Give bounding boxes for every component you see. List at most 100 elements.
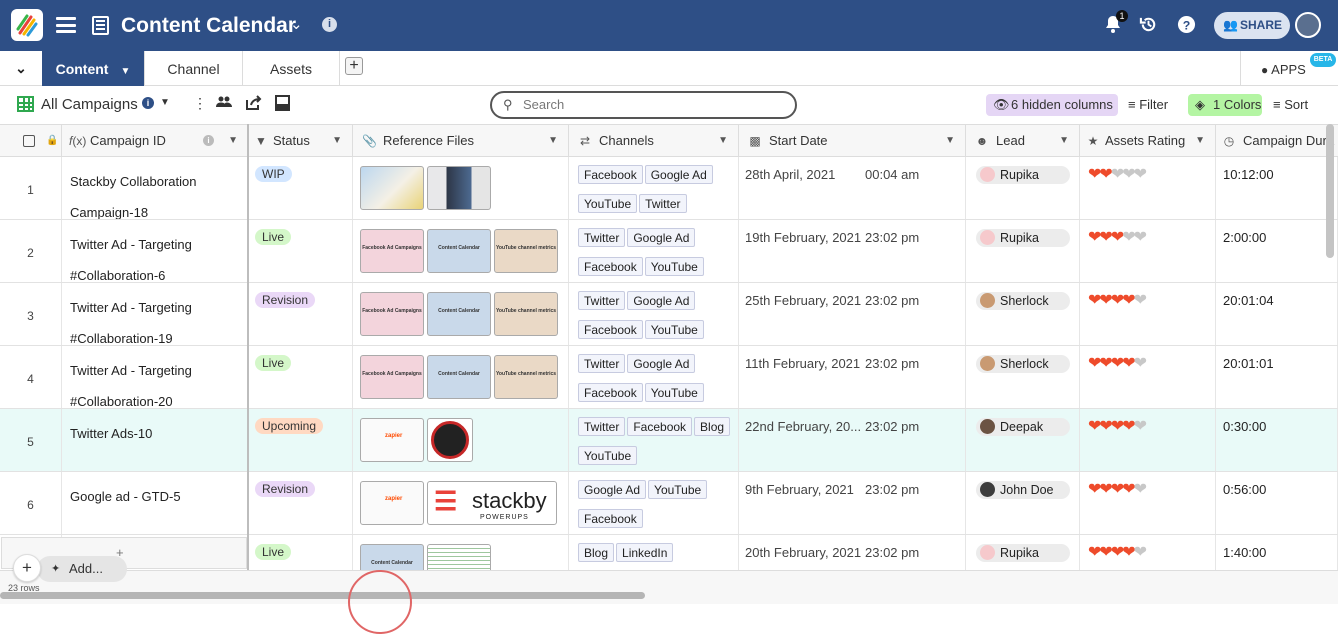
thumbnail-facebook-ad-campaigns[interactable]: Facebook Ad Campaigns — [360, 292, 424, 336]
thumbnail-photo-desk[interactable] — [360, 166, 424, 210]
heart-empty-icon[interactable]: ❤ — [1134, 292, 1147, 309]
rating-hearts[interactable]: ❤❤❤❤❤ — [1088, 481, 1147, 498]
heart-filled-icon[interactable]: ❤ — [1088, 481, 1101, 498]
heart-filled-icon[interactable]: ❤ — [1088, 355, 1101, 372]
lead-cell[interactable]: Sherlock — [966, 283, 1080, 345]
reference-files-cell[interactable]: zapier ☰ stackby POWERUPS — [353, 472, 569, 534]
thumbnail-spreadsheet[interactable] — [427, 544, 491, 570]
heart-filled-icon[interactable]: ❤ — [1099, 544, 1112, 561]
thumbnail-badge-logo[interactable] — [427, 418, 473, 462]
column-header-lead[interactable]: ☻ Lead ▼ — [966, 125, 1080, 157]
tab-channel[interactable]: Channel — [145, 51, 243, 86]
heart-filled-icon[interactable]: ❤ — [1099, 292, 1112, 309]
status-cell[interactable]: WIP — [249, 157, 353, 219]
share-view-icon[interactable] — [245, 95, 262, 114]
thumbnail-content-calendar[interactable]: Content Calendar — [427, 292, 491, 336]
horizontal-scrollbar[interactable] — [0, 592, 645, 599]
heart-empty-icon[interactable]: ❤ — [1122, 229, 1135, 246]
colors-button[interactable]: ◈ 1 Colors — [1188, 94, 1262, 116]
page-title[interactable]: Content Calendar — [121, 14, 296, 38]
campaign-duration-cell[interactable]: 0:56:00 — [1216, 472, 1338, 534]
heart-filled-icon[interactable]: ❤ — [1122, 292, 1135, 309]
chevron-down-icon[interactable]: ⌄ — [290, 15, 303, 33]
thumbnail-zapier-flow[interactable]: zapier — [360, 481, 424, 525]
heart-filled-icon[interactable]: ❤ — [1122, 481, 1135, 498]
caret-down-icon[interactable]: ▼ — [718, 125, 728, 157]
campaign-id-cell[interactable]: Twitter Ads-10 — [62, 409, 249, 471]
reference-files-cell[interactable]: zapier — [353, 409, 569, 471]
campaign-duration-cell[interactable]: 10:12:00 — [1216, 157, 1338, 219]
channels-cell[interactable]: Blog LinkedIn — [569, 535, 739, 570]
caret-down-icon[interactable]: ▼ — [548, 125, 558, 157]
channels-cell[interactable]: Google Ad YouTube Facebook — [569, 472, 739, 534]
info-icon[interactable]: i — [203, 135, 214, 146]
caret-down-icon[interactable]: ▼ — [1059, 125, 1069, 157]
channels-cell[interactable]: Twitter Facebook Blog YouTube — [569, 409, 739, 471]
heart-empty-icon[interactable]: ❤ — [1134, 544, 1147, 561]
tab-content[interactable]: Content ▼ — [42, 51, 145, 86]
form-view-icon[interactable] — [275, 95, 290, 114]
reference-files-cell[interactable]: Facebook Ad Campaigns Content Calendar You… — [353, 346, 569, 408]
filter-button[interactable]: ≡ Filter — [1128, 97, 1168, 112]
reference-files-cell[interactable] — [353, 157, 569, 219]
column-header-channels[interactable]: ⇄ Channels ▼ — [569, 125, 739, 157]
campaign-duration-cell[interactable]: 0:30:00 — [1216, 409, 1338, 471]
lead-cell[interactable]: Deepak — [966, 409, 1080, 471]
column-header-start-date[interactable]: ▩ Start Date ▼ — [739, 125, 966, 157]
chevron-down-icon[interactable]: ⌄ — [0, 51, 42, 86]
lead-cell[interactable]: Rupika — [966, 220, 1080, 282]
thumbnail-facebook-ad-campaigns[interactable]: Facebook Ad Campaigns — [360, 229, 424, 273]
heart-filled-icon[interactable]: ❤ — [1099, 418, 1112, 435]
add-tab-button[interactable]: + — [345, 57, 363, 75]
campaign-duration-cell[interactable]: 20:01:01 — [1216, 346, 1338, 408]
history-icon[interactable] — [1139, 15, 1158, 39]
thumbnail-content-calendar[interactable]: Content Calendar — [427, 355, 491, 399]
heart-filled-icon[interactable]: ❤ — [1122, 355, 1135, 372]
heart-filled-icon[interactable]: ❤ — [1099, 166, 1112, 183]
campaign-id-cell[interactable]: Twitter Ad - Targeting #Collaboration-20 — [62, 346, 249, 408]
rating-hearts[interactable]: ❤❤❤❤❤ — [1088, 418, 1147, 435]
assets-rating-cell[interactable]: ❤❤❤❤❤ — [1080, 346, 1216, 408]
thumbnail-content-calendar[interactable]: Content Calendar — [427, 229, 491, 273]
assets-rating-cell[interactable]: ❤❤❤❤❤ — [1080, 409, 1216, 471]
column-header-campaign-duration[interactable]: ◷ Campaign Dura — [1216, 125, 1338, 157]
menu-icon[interactable] — [56, 17, 76, 33]
campaign-duration-cell[interactable]: 1:40:00 — [1216, 535, 1338, 570]
thumbnail-facebook-ad-campaigns[interactable]: Facebook Ad Campaigns — [360, 355, 424, 399]
thumbnail-zapier-flow[interactable]: zapier — [360, 418, 424, 462]
heart-filled-icon[interactable]: ❤ — [1111, 355, 1124, 372]
heart-empty-icon[interactable]: ❤ — [1134, 166, 1147, 183]
table-row[interactable]: 5 Twitter Ads-10 Upcoming zapier Twitter Face… — [0, 409, 1338, 472]
lead-cell[interactable]: John Doe — [966, 472, 1080, 534]
campaign-id-cell[interactable]: Twitter Ad - Targeting #Collaboration-6 — [62, 220, 249, 282]
thumbnail-photo-laptop[interactable] — [427, 166, 491, 210]
table-row[interactable]: 4 Twitter Ad - Targeting #Collaboration-20… — [0, 346, 1338, 409]
stackby-logo[interactable] — [11, 9, 43, 41]
help-icon[interactable]: ? — [1177, 15, 1196, 39]
frozen-column-divider[interactable] — [247, 124, 249, 570]
checkbox-icon[interactable] — [23, 135, 35, 147]
campaign-id-cell[interactable]: Twitter Ad - Targeting #Collaboration-19 — [62, 283, 249, 345]
assets-rating-cell[interactable]: ❤❤❤❤❤ — [1080, 283, 1216, 345]
add-row-button[interactable]: + — [13, 554, 41, 582]
lead-cell[interactable]: Sherlock — [966, 346, 1080, 408]
rating-hearts[interactable]: ❤❤❤❤❤ — [1088, 166, 1147, 183]
channels-cell[interactable]: Twitter Google Ad Facebook YouTube — [569, 220, 739, 282]
start-date-cell[interactable]: 25th February, 2021 23:02 pm — [739, 283, 966, 345]
heart-filled-icon[interactable]: ❤ — [1099, 481, 1112, 498]
table-row[interactable]: 1 Stackby Collaboration Campaign-18 WIP Face… — [0, 157, 1338, 220]
assets-rating-cell[interactable]: ❤❤❤❤❤ — [1080, 220, 1216, 282]
column-header-campaign-id[interactable]: f(x) Campaign ID i ▼ — [62, 125, 249, 157]
heart-filled-icon[interactable]: ❤ — [1088, 166, 1101, 183]
reference-files-cell[interactable]: Facebook Ad Campaigns Content Calendar You… — [353, 283, 569, 345]
heart-empty-icon[interactable]: ❤ — [1111, 166, 1124, 183]
channels-cell[interactable]: Twitter Google Ad Facebook YouTube — [569, 283, 739, 345]
thumbnail-youtube-channel-metrics[interactable]: YouTube channel metrics — [494, 229, 558, 273]
heart-empty-icon[interactable]: ❤ — [1134, 418, 1147, 435]
info-icon[interactable]: i — [142, 97, 154, 109]
heart-filled-icon[interactable]: ❤ — [1099, 355, 1112, 372]
caret-down-icon[interactable]: ▼ — [228, 125, 238, 157]
table-row[interactable]: 6 Google ad - GTD-5 Revision zapier ☰ stackby… — [0, 472, 1338, 535]
assets-rating-cell[interactable]: ❤❤❤❤❤ — [1080, 472, 1216, 534]
start-date-cell[interactable]: 20th February, 2021 23:02 pm — [739, 535, 966, 570]
